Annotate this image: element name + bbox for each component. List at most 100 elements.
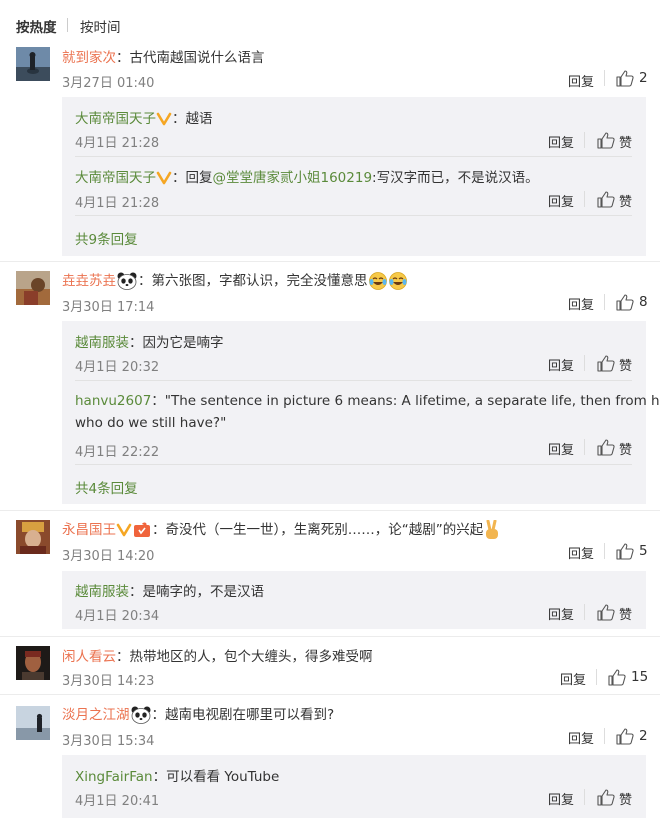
reply-text: 可以看看 YouTube xyxy=(166,769,280,785)
reply-divider xyxy=(75,464,632,465)
comment-divider xyxy=(0,694,660,695)
avatar[interactable] xyxy=(16,706,50,740)
like-button[interactable] xyxy=(616,294,634,315)
laughing-tears-icon xyxy=(388,272,407,290)
comment-body: 闲人看云：热带地区的人，包个大缠头，得多难受啊 xyxy=(62,649,373,665)
like-button[interactable] xyxy=(597,789,615,810)
reply-body: 大南帝国天子 ：回复@堂堂唐家贰小姐160219:写汉字而已，不是说汉语。 xyxy=(75,170,539,186)
reply-text-line1: "The sentence in picture 6 means: A life… xyxy=(164,393,660,409)
reply-username[interactable]: hanvu2607 xyxy=(75,393,151,409)
reply-username[interactable]: 越南服装 xyxy=(75,584,129,600)
avatar[interactable] xyxy=(16,271,50,305)
like-label: 赞 xyxy=(619,793,633,808)
reply-time: 4月1日 22:22 xyxy=(75,445,160,460)
like-label: 赞 xyxy=(619,608,633,623)
reply-button[interactable]: 回复 xyxy=(548,604,574,623)
reply-button[interactable]: 回复 xyxy=(568,71,594,90)
reply-button[interactable]: 回复 xyxy=(548,355,574,374)
like-count: 15 xyxy=(631,669,649,685)
reply-button[interactable]: 回复 xyxy=(568,294,594,313)
panda-icon xyxy=(117,272,137,290)
like-button[interactable] xyxy=(597,355,615,376)
comment-username[interactable]: 就到家次 xyxy=(62,50,116,66)
like-button[interactable] xyxy=(616,728,634,749)
reply-button[interactable]: 回复 xyxy=(568,543,594,562)
comment-username[interactable]: 永昌国王 xyxy=(62,522,116,538)
reply-button[interactable]: 回复 xyxy=(548,439,574,458)
member-badge-icon xyxy=(134,522,150,537)
comment-text: 热带地区的人，包个大缠头，得多难受啊 xyxy=(129,649,373,665)
comment-username[interactable]: 闲人看云 xyxy=(62,649,116,665)
reply-text: 越语 xyxy=(185,111,213,127)
thumbs-up-icon xyxy=(597,604,615,621)
comment-text: 越南电视剧在哪里可以看到? xyxy=(165,707,335,723)
like-button[interactable] xyxy=(597,439,615,460)
thumbs-up-icon xyxy=(608,669,626,686)
reply-button[interactable]: 回复 xyxy=(548,191,574,210)
comment-body: 淡月之江湖 ：越南电视剧在哪里可以看到? xyxy=(62,706,335,724)
panda-icon xyxy=(131,706,150,724)
reply-username[interactable]: 大南帝国天子 xyxy=(75,111,156,127)
avatar[interactable] xyxy=(16,520,50,554)
reply-prefix: 回复 xyxy=(185,170,213,186)
like-label: 赞 xyxy=(619,359,633,374)
like-label: 赞 xyxy=(619,136,633,151)
reply-time: 4月1日 20:34 xyxy=(75,609,160,624)
thumbs-up-icon xyxy=(616,294,634,311)
like-button[interactable] xyxy=(597,132,615,153)
comment-divider xyxy=(0,261,660,262)
like-button[interactable] xyxy=(597,604,615,625)
thumbs-up-icon xyxy=(616,70,634,87)
action-divider xyxy=(584,439,585,455)
sort-by-hot[interactable]: 按热度 xyxy=(16,16,57,36)
like-button[interactable] xyxy=(608,669,626,690)
like-count: 5 xyxy=(639,543,648,559)
reply-button[interactable]: 回复 xyxy=(560,669,586,688)
comment-time: 3月30日 14:20 xyxy=(62,549,155,564)
action-divider xyxy=(584,355,585,371)
comment-time: 3月30日 15:34 xyxy=(62,734,155,749)
reply-button[interactable]: 回复 xyxy=(548,132,574,151)
comment-username[interactable]: 淡月之江湖 xyxy=(62,707,130,723)
like-button[interactable] xyxy=(616,543,634,564)
comment-divider xyxy=(0,636,660,637)
comment-time: 3月30日 14:23 xyxy=(62,674,155,689)
avatar[interactable] xyxy=(16,646,50,680)
reply-text: 是喃字的，不是汉语 xyxy=(142,584,265,600)
sort-bar: 按热度 按时间 xyxy=(0,0,660,44)
reply-button[interactable]: 回复 xyxy=(548,789,574,808)
action-divider xyxy=(604,543,605,559)
mention-link[interactable]: @堂堂唐家贰小姐160219 xyxy=(213,170,373,186)
reply-button[interactable]: 回复 xyxy=(568,728,594,747)
reply-divider xyxy=(75,215,632,216)
view-more-replies[interactable]: 共4条回复 xyxy=(75,477,138,497)
like-button[interactable] xyxy=(597,191,615,212)
like-label: 赞 xyxy=(619,195,633,210)
action-divider xyxy=(604,294,605,310)
verified-v-icon xyxy=(156,171,172,185)
reply-body: 大南帝国天子 ：越语 xyxy=(75,111,213,127)
reply-text-line2: who do we still have?" xyxy=(75,415,227,431)
reply-body: 越南服装：因为它是喃字 xyxy=(75,335,224,351)
like-count: 8 xyxy=(639,294,648,310)
comment-username[interactable]: 垚垚苏垚 xyxy=(62,273,116,289)
victory-hand-icon xyxy=(486,520,499,539)
comment-text: 奇没代（一生一世），生离死别……，论“越剧”的兴起 xyxy=(165,522,484,538)
action-divider xyxy=(584,191,585,207)
reply-username[interactable]: 越南服装 xyxy=(75,335,129,351)
avatar[interactable] xyxy=(16,47,50,81)
verified-v-icon xyxy=(116,523,132,537)
reply-body: 越南服装：是喃字的，不是汉语 xyxy=(75,584,265,600)
thumbs-up-icon xyxy=(616,543,634,560)
laughing-tears-icon xyxy=(368,272,387,290)
view-more-replies[interactable]: 共9条回复 xyxy=(75,228,138,248)
reply-body: hanvu2607："The sentence in picture 6 mea… xyxy=(75,389,660,409)
reply-time: 4月1日 21:28 xyxy=(75,136,160,151)
sort-by-time[interactable]: 按时间 xyxy=(80,16,121,36)
reply-username[interactable]: XingFairFan xyxy=(75,769,153,785)
like-button[interactable] xyxy=(616,70,634,91)
like-label: 赞 xyxy=(619,443,633,458)
thumbs-up-icon xyxy=(597,191,615,208)
thumbs-up-icon xyxy=(597,132,615,149)
reply-username[interactable]: 大南帝国天子 xyxy=(75,170,156,186)
